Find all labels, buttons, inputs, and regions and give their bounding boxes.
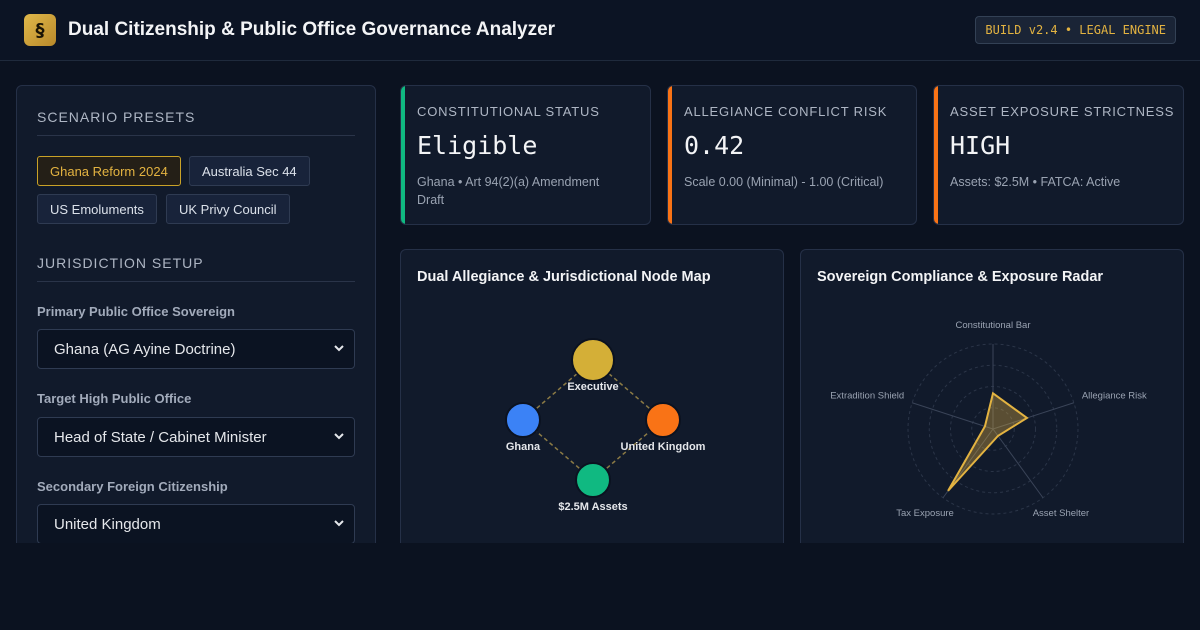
office-select[interactable]: Head of State / Cabinet Minister <box>37 417 355 457</box>
viewport-fold <box>0 543 1200 630</box>
preset-ghana-reform-button[interactable]: Ghana Reform 2024 <box>37 156 181 186</box>
card-subtext: Scale 0.00 (Minimal) - 1.00 (Critical) <box>684 175 884 189</box>
node-map-panel: Dual Allegiance & Jurisdictional Node Ma… <box>400 249 784 569</box>
radar-axis-label: Tax Exposure <box>896 508 954 519</box>
sovereign-select-value: Ghana (AG Ayine Doctrine) <box>54 340 236 358</box>
chevron-down-icon <box>334 520 344 527</box>
section-sign-logo-icon: § <box>24 14 56 46</box>
citizenship-field-label: Secondary Foreign Citizenship <box>37 479 228 494</box>
citizenship-select[interactable]: United Kingdom <box>37 504 355 544</box>
radar-axis-label: Extradition Shield <box>830 391 904 402</box>
sovereign-select[interactable]: Ghana (AG Ayine Doctrine) <box>37 329 355 369</box>
node-label-ghana: Ghana <box>506 441 541 453</box>
office-field-label: Target High Public Office <box>37 391 192 406</box>
card-accent <box>934 86 938 224</box>
radar-series-polygon <box>947 391 1029 492</box>
sidebar: SCENARIO PRESETS Ghana Reform 2024 Austr… <box>16 85 376 555</box>
office-select-value: Head of State / Cabinet Minister <box>54 428 267 446</box>
preset-uk-privy-council-button[interactable]: UK Privy Council <box>166 194 290 224</box>
node-label-assets: $2.5M Assets <box>558 501 627 513</box>
node-label-executive: Executive <box>567 381 618 393</box>
allegiance-risk-card: ALLEGIANCE CONFLICT RISK 0.42 Scale 0.00… <box>667 85 917 225</box>
card-label: ALLEGIANCE CONFLICT RISK <box>684 104 888 119</box>
radar-axis-label: Allegiance Risk <box>1082 391 1147 402</box>
preset-us-emoluments-button[interactable]: US Emoluments <box>37 194 157 224</box>
card-subtext: Assets: $2.5M • FATCA: Active <box>950 175 1121 189</box>
chevron-down-icon <box>334 345 344 352</box>
card-value: Eligible <box>417 131 538 160</box>
radar-panel: Sovereign Compliance & Exposure Radar Co… <box>800 249 1184 569</box>
app-title: Dual Citizenship & Public Office Governa… <box>68 19 556 40</box>
sovereign-field-label: Primary Public Office Sovereign <box>37 304 235 319</box>
node-ghana[interactable] <box>505 402 541 438</box>
node-map-graph: Executive Ghana United Kingdom $2.5M Assets <box>505 338 706 513</box>
citizenship-select-value: United Kingdom <box>54 515 161 533</box>
asset-exposure-card: ASSET EXPOSURE STRICTNESS HIGH Assets: $… <box>933 85 1184 225</box>
constitutional-status-card: CONSTITUTIONAL STATUS Eligible Ghana • A… <box>400 85 651 225</box>
card-accent <box>401 86 405 224</box>
radar-axis-label: Asset Shelter <box>1033 508 1090 519</box>
card-subtext: Ghana • Art 94(2)(a) Amendment Draft <box>417 175 600 207</box>
card-label: ASSET EXPOSURE STRICTNESS <box>950 104 1175 119</box>
build-badge: BUILD v2.4 • LEGAL ENGINE <box>975 16 1176 44</box>
presets-title: SCENARIO PRESETS <box>37 109 355 136</box>
card-accent <box>668 86 672 224</box>
node-uk[interactable] <box>645 402 681 438</box>
chevron-down-icon <box>334 433 344 440</box>
node-label-uk: United Kingdom <box>621 441 706 453</box>
card-label: CONSTITUTIONAL STATUS <box>417 104 600 119</box>
node-assets[interactable] <box>575 462 611 498</box>
card-value: HIGH <box>950 131 1011 160</box>
setup-title: JURISDICTION SETUP <box>37 255 355 282</box>
card-value: 0.42 <box>684 131 745 160</box>
radar-chart: Constitutional Bar Allegiance Risk Asset S… <box>830 320 1147 519</box>
preset-australia-sec44-button[interactable]: Australia Sec 44 <box>189 156 310 186</box>
node-executive[interactable] <box>571 338 615 382</box>
radar-axis-label: Constitutional Bar <box>956 320 1031 331</box>
app-header: § Dual Citizenship & Public Office Gover… <box>0 0 1200 61</box>
radar-axis <box>912 402 994 430</box>
